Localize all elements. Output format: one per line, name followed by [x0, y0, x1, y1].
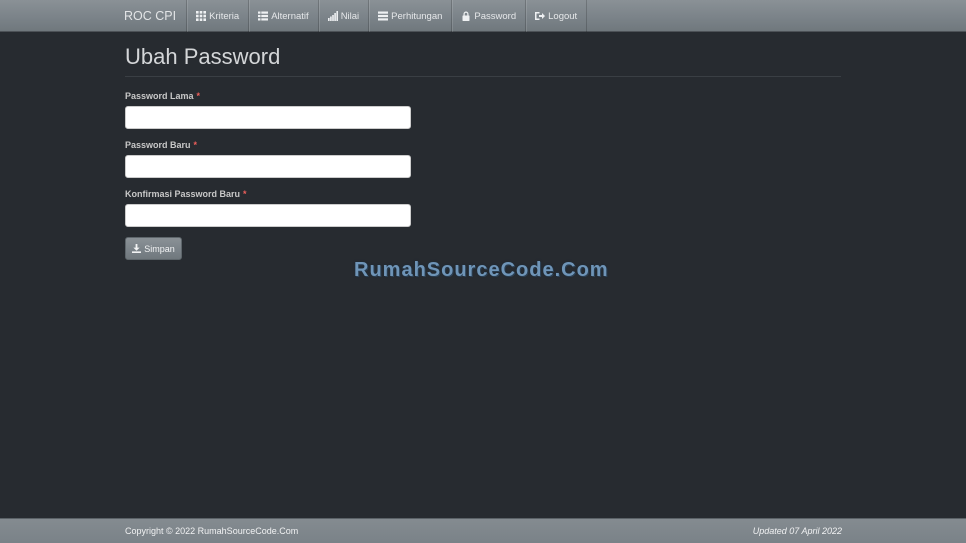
navbar: ROC CPI Kriteria Alternatif Nilai Perhit… [0, 0, 966, 32]
save-button[interactable]: Simpan [125, 237, 182, 260]
logout-icon [535, 11, 546, 21]
nav-item-kriteria[interactable]: Kriteria [186, 0, 248, 32]
save-button-label: Simpan [144, 243, 175, 254]
nav-item-label: Alternatif [271, 10, 309, 22]
nav-item-alternatif[interactable]: Alternatif [248, 0, 318, 32]
lock-icon [461, 11, 471, 21]
signal-icon [327, 11, 338, 21]
calculator-icon [378, 11, 389, 21]
new-password-label: Password Baru * [125, 140, 198, 150]
watermark: RumahSourceCode.Com [354, 259, 609, 281]
old-password-input[interactable] [125, 106, 411, 129]
nav-item-label: Nilai [340, 10, 360, 22]
confirm-password-label: Konfirmasi Password Baru * [125, 189, 247, 199]
nav-item-password[interactable]: Password [451, 0, 525, 32]
nav-menu: ROC CPI Kriteria Alternatif Nilai Perhit… [114, 0, 588, 32]
copyright-text: Copyright © 2022 RumahSourceCode.Com [125, 526, 299, 536]
nav-item-label: Password [474, 10, 517, 22]
nav-item-label: Kriteria [209, 10, 240, 22]
nav-item-perhitungan[interactable]: Perhitungan [368, 0, 451, 32]
nav-item-nilai[interactable]: Nilai [317, 0, 368, 32]
nav-item-label: Logout [548, 10, 578, 22]
nav-item-logout[interactable]: Logout [525, 0, 588, 32]
old-password-label: Password Lama * [125, 91, 201, 101]
download-icon [132, 244, 142, 253]
page-title: Ubah Password [125, 44, 281, 69]
footer: Copyright © 2022 RumahSourceCode.Com Upd… [0, 518, 966, 543]
title-divider [125, 76, 841, 77]
updated-text: Updated 07 April 2022 [752, 526, 842, 536]
required-marker: * [243, 189, 247, 199]
new-password-input[interactable] [125, 155, 411, 178]
nav-item-label: Perhitungan [391, 10, 443, 22]
required-marker: * [196, 91, 201, 101]
brand-link[interactable]: ROC CPI [114, 0, 186, 32]
list-icon [258, 11, 269, 21]
grid-icon [196, 11, 207, 21]
required-marker: * [193, 140, 198, 150]
confirm-password-input[interactable] [125, 204, 411, 227]
